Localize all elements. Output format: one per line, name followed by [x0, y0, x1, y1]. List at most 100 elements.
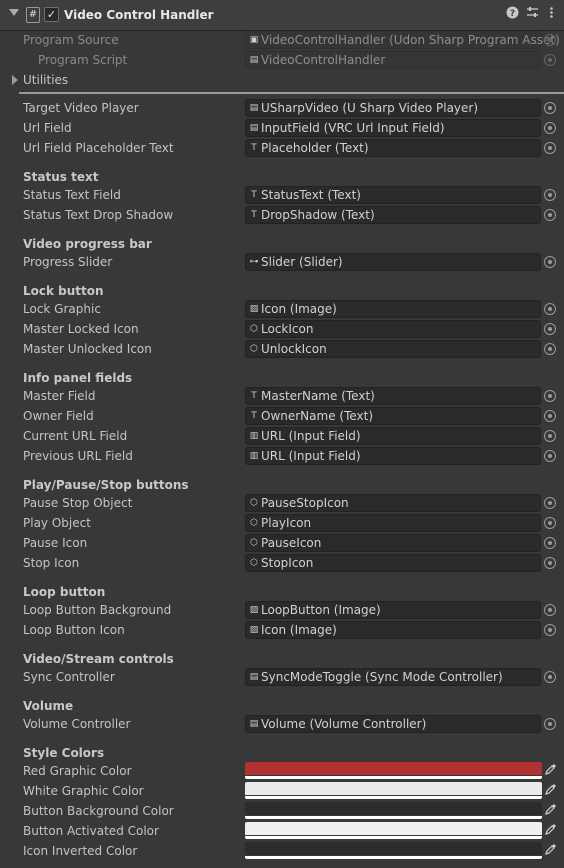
object-picker-icon[interactable]: [544, 390, 556, 402]
target-video-player-field[interactable]: ▤ USharpVideo (U Sharp Video Player): [245, 99, 541, 117]
sync-controller-field[interactable]: ▤ SyncModeToggle (Sync Mode Controller): [245, 668, 541, 686]
alpha-bar: [245, 796, 542, 799]
object-picker-icon[interactable]: [544, 343, 556, 355]
program-source-label: Program Source: [23, 33, 119, 47]
object-picker-icon[interactable]: [544, 557, 556, 569]
section-style-colors: Style Colors: [23, 746, 105, 760]
field-label: Url Field Placeholder Text: [23, 141, 174, 155]
object-picker-icon[interactable]: [544, 671, 556, 683]
loop-button-icon-field[interactable]: ▨ Icon (Image): [245, 621, 541, 639]
owner-field-field[interactable]: T OwnerName (Text): [245, 407, 541, 425]
object-picker-icon[interactable]: [544, 142, 556, 154]
previous-url-field-field[interactable]: ▥ URL (Input Field): [245, 447, 541, 465]
eyedropper-icon[interactable]: [544, 843, 558, 857]
script-component-icon: ▤: [249, 719, 259, 729]
object-picker-icon[interactable]: [544, 209, 556, 221]
stop-icon-field[interactable]: ⬡ StopIcon: [245, 554, 541, 572]
button-background-color-row: Button Background Color: [0, 801, 564, 821]
object-picker-icon[interactable]: [544, 410, 556, 422]
object-picker-icon[interactable]: [544, 497, 556, 509]
object-picker-icon[interactable]: [544, 122, 556, 134]
field-label: Pause Stop Object: [23, 496, 133, 510]
url-placeholder-row: Url Field Placeholder Text T Placeholder …: [0, 138, 564, 158]
field-label: Current URL Field: [23, 429, 128, 443]
field-label: Loop Button Icon: [23, 623, 125, 637]
object-picker-icon[interactable]: [544, 604, 556, 616]
status-shadow-row: Status Text Drop Shadow T DropShadow (Tex…: [0, 205, 564, 225]
lock-graphic-field[interactable]: ▨ Icon (Image): [245, 300, 541, 318]
object-picker-icon[interactable]: [544, 323, 556, 335]
field-label: Pause Icon: [23, 536, 88, 550]
input-field-component-icon: ▥: [249, 451, 259, 461]
enabled-checkbox[interactable]: ✓: [44, 7, 59, 22]
current-url-field-field[interactable]: ▥ URL (Input Field): [245, 427, 541, 445]
foldout-arrow-icon[interactable]: [12, 75, 18, 85]
button-activated-color-row: Button Activated Color: [0, 821, 564, 841]
script-component-icon: ▤: [249, 123, 259, 133]
color-swatch: [245, 842, 542, 855]
object-picker-icon[interactable]: [544, 303, 556, 315]
url-field-field[interactable]: ▤ InputField (VRC Url Input Field): [245, 119, 541, 137]
volume-controller-field[interactable]: ▤ Volume (Volume Controller): [245, 715, 541, 733]
image-component-icon: ▨: [249, 304, 259, 314]
object-picker-icon[interactable]: [544, 517, 556, 529]
component-header: # ✓ Video Control Handler ?: [0, 0, 564, 31]
object-picker-icon[interactable]: [544, 256, 556, 268]
color-field[interactable]: [245, 802, 542, 819]
play-object-field[interactable]: ⬡ PlayIcon: [245, 514, 541, 532]
field-label: Master Locked Icon: [23, 322, 139, 336]
utilities-foldout[interactable]: Utilities: [0, 70, 564, 90]
field-label: Previous URL Field: [23, 449, 133, 463]
master-field-row: Master Field T MasterName (Text): [0, 386, 564, 406]
text-component-icon: T: [251, 210, 257, 220]
eyedropper-icon[interactable]: [544, 823, 558, 837]
gameobject-icon: ⬡: [250, 518, 258, 528]
svg-text:?: ?: [509, 9, 514, 19]
field-label: Progress Slider: [23, 255, 113, 269]
help-icon[interactable]: ?: [505, 6, 519, 20]
component-title: Video Control Handler: [64, 8, 214, 22]
color-field[interactable]: [245, 822, 542, 839]
master-locked-icon-field[interactable]: ⬡ LockIcon: [245, 320, 541, 338]
eyedropper-icon[interactable]: [544, 803, 558, 817]
field-label: Volume Controller: [23, 717, 131, 731]
gameobject-icon: ⬡: [250, 344, 258, 354]
status-text-field[interactable]: T StatusText (Text): [245, 186, 541, 204]
kebab-menu-icon[interactable]: [544, 6, 558, 20]
target-video-player-row: Target Video Player ▤ USharpVideo (U Shar…: [0, 98, 564, 118]
eyedropper-icon[interactable]: [544, 763, 558, 777]
gameobject-icon: ⬡: [250, 558, 258, 568]
section-lock-button: Lock button: [23, 284, 104, 298]
color-swatch: [245, 762, 542, 775]
program-script-row: Program Script ▤ VideoControlHandler: [0, 50, 564, 70]
object-picker-icon[interactable]: [544, 537, 556, 549]
sliders-icon[interactable]: [525, 6, 539, 20]
object-picker-icon[interactable]: [544, 450, 556, 462]
pause-icon-field[interactable]: ⬡ PauseIcon: [245, 534, 541, 552]
collapse-arrow-icon[interactable]: [9, 9, 19, 16]
text-component-icon: T: [251, 190, 257, 200]
master-field-field[interactable]: T MasterName (Text): [245, 387, 541, 405]
object-picker-icon[interactable]: [544, 430, 556, 442]
object-picker-icon[interactable]: [544, 718, 556, 730]
color-field[interactable]: [245, 782, 542, 799]
pause-stop-object-field[interactable]: ⬡ PauseStopIcon: [245, 494, 541, 512]
color-field[interactable]: [245, 842, 542, 859]
color-swatch: [245, 782, 542, 795]
object-picker-icon[interactable]: [544, 624, 556, 636]
field-label: White Graphic Color: [23, 784, 144, 798]
status-shadow-field[interactable]: T DropShadow (Text): [245, 206, 541, 224]
utilities-label[interactable]: Utilities: [23, 73, 68, 87]
color-swatch: [245, 802, 542, 815]
eyedropper-icon[interactable]: [544, 783, 558, 797]
color-field[interactable]: [245, 762, 542, 779]
loop-button-bg-field[interactable]: ▨ LoopButton (Image): [245, 601, 541, 619]
loop-button-bg-row: Loop Button Background ▨ LoopButton (Imag…: [0, 600, 564, 620]
progress-slider-field[interactable]: ⊶ Slider (Slider): [245, 253, 541, 271]
url-placeholder-field[interactable]: T Placeholder (Text): [245, 139, 541, 157]
object-picker-icon[interactable]: [544, 189, 556, 201]
master-unlocked-icon-field[interactable]: ⬡ UnlockIcon: [245, 340, 541, 358]
field-label: Master Unlocked Icon: [23, 342, 152, 356]
section-info-panel: Info panel fields: [23, 371, 133, 385]
object-picker-icon[interactable]: [544, 102, 556, 114]
